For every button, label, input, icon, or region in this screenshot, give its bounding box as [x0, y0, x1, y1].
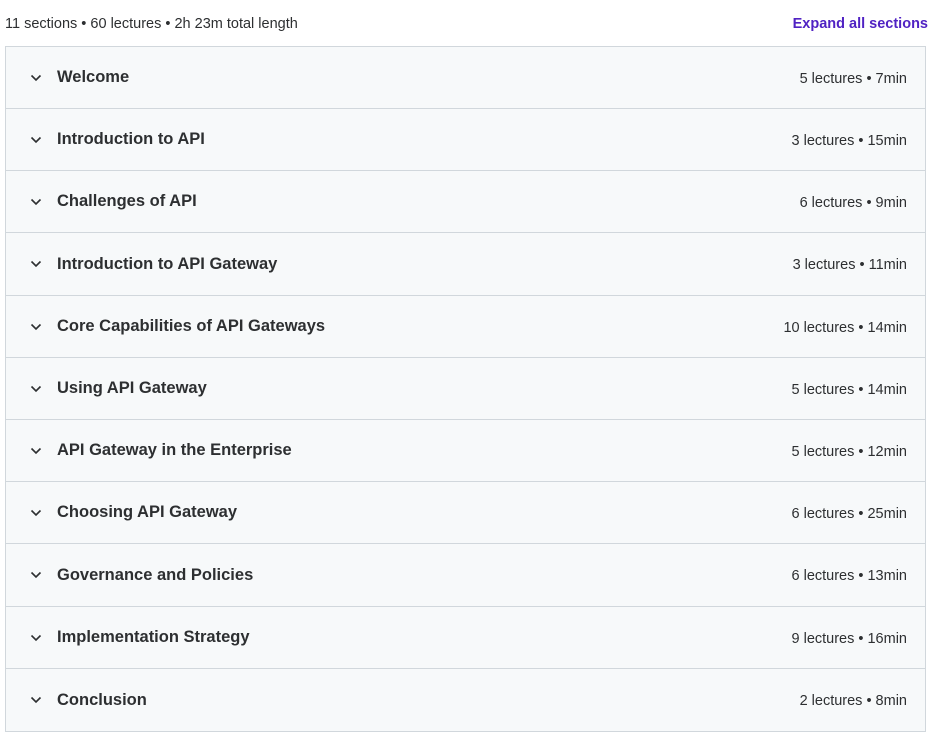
curriculum-summary-bar: 11 sections • 60 lectures • 2h 23m total…	[5, 12, 928, 36]
chevron-down-icon	[29, 506, 43, 520]
section-title: Introduction to API	[57, 130, 205, 148]
section-row-challenges-of-api[interactable]: Challenges of API 6 lectures • 9min	[6, 171, 925, 233]
section-row-conclusion[interactable]: Conclusion 2 lectures • 8min	[6, 669, 925, 731]
section-row-using-api-gateway[interactable]: Using API Gateway 5 lectures • 14min	[6, 358, 925, 420]
chevron-down-icon	[29, 257, 43, 271]
section-title: Using API Gateway	[57, 379, 207, 397]
section-row-welcome[interactable]: Welcome 5 lectures • 7min	[6, 47, 925, 109]
section-meta: 10 lectures • 14min	[783, 319, 907, 336]
section-title: Challenges of API	[57, 192, 197, 210]
section-meta: 5 lectures • 12min	[791, 443, 908, 460]
section-row-core-capabilities[interactable]: Core Capabilities of API Gateways 10 lec…	[6, 296, 925, 358]
section-title: Core Capabilities of API Gateways	[57, 317, 326, 335]
section-meta: 2 lectures • 8min	[799, 693, 907, 709]
section-title: API Gateway in the Enterprise	[57, 441, 292, 459]
section-meta: 6 lectures • 13min	[791, 568, 908, 584]
section-title: Introduction to API Gateway	[57, 254, 278, 273]
section-meta: 9 lectures • 16min	[791, 630, 908, 647]
section-meta: 6 lectures • 25min	[791, 505, 908, 522]
expand-all-sections-button[interactable]: Expand all sections	[793, 16, 928, 32]
section-row-api-gateway-in-the-enterprise[interactable]: API Gateway in the Enterprise 5 lectures…	[6, 420, 925, 482]
section-row-introduction-to-api[interactable]: Introduction to API 3 lectures • 15min	[6, 109, 925, 171]
section-meta: 5 lectures • 14min	[791, 381, 908, 398]
section-title: Conclusion	[57, 690, 147, 709]
section-title: Governance and Policies	[57, 565, 254, 584]
chevron-down-icon	[29, 382, 43, 396]
chevron-down-icon	[29, 693, 43, 707]
section-meta: 6 lectures • 9min	[799, 194, 907, 211]
chevron-down-icon	[29, 631, 43, 645]
section-meta: 3 lectures • 11min	[792, 257, 907, 273]
chevron-down-icon	[29, 444, 43, 458]
section-meta: 5 lectures • 7min	[799, 70, 907, 87]
section-row-governance-and-policies[interactable]: Governance and Policies 6 lectures • 13m…	[6, 544, 925, 607]
section-title: Choosing API Gateway	[57, 503, 238, 521]
chevron-down-icon	[29, 320, 43, 334]
section-row-introduction-to-api-gateway[interactable]: Introduction to API Gateway 3 lectures •…	[6, 233, 925, 296]
section-row-implementation-strategy[interactable]: Implementation Strategy 9 lectures • 16m…	[6, 607, 925, 669]
chevron-down-icon	[29, 195, 43, 209]
section-list: Welcome 5 lectures • 7min Introduction t…	[5, 46, 926, 732]
section-title: Implementation Strategy	[57, 628, 250, 646]
chevron-down-icon	[29, 568, 43, 582]
section-meta: 3 lectures • 15min	[791, 132, 908, 149]
curriculum-summary: 11 sections • 60 lectures • 2h 23m total…	[5, 16, 298, 32]
section-row-choosing-api-gateway[interactable]: Choosing API Gateway 6 lectures • 25min	[6, 482, 925, 544]
chevron-down-icon	[29, 71, 43, 85]
course-curriculum: 11 sections • 60 lectures • 2h 23m total…	[0, 0, 933, 737]
chevron-down-icon	[29, 133, 43, 147]
section-title: Welcome	[57, 68, 130, 86]
